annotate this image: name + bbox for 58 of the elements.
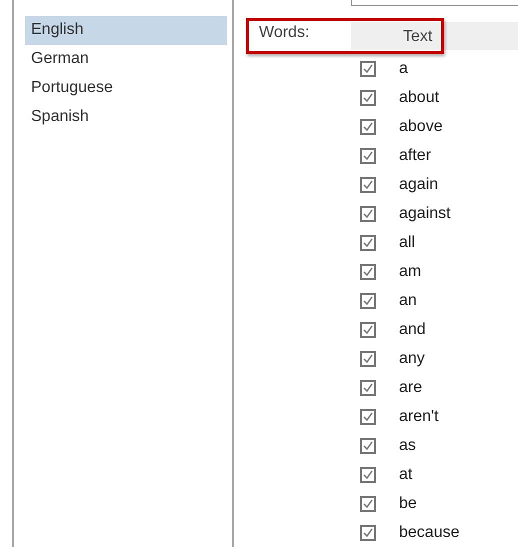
checkbox[interactable] [360,234,376,250]
checkbox[interactable] [360,524,376,540]
word-text: as [399,436,416,454]
check-icon [363,470,373,479]
language-item[interactable]: German [25,45,227,74]
check-icon [363,122,373,131]
checkbox[interactable] [360,176,376,192]
language-item[interactable]: Spanish [25,103,227,132]
word-text: at [399,466,412,484]
word-text: a [399,60,408,78]
checkbox[interactable] [360,60,376,76]
check-icon [363,238,373,247]
word-text: all [399,234,416,252]
input-field[interactable] [351,0,518,6]
checkbox[interactable] [360,206,376,222]
checkbox[interactable] [360,148,376,164]
check-icon [363,325,373,334]
checkbox[interactable] [360,90,376,106]
word-text: against [399,204,451,222]
word-text: aren't [399,408,439,426]
checkbox[interactable] [360,292,376,308]
words-label: Words: [258,23,310,43]
word-text: about [399,88,440,106]
word-text: be [399,494,417,512]
word-text: any [399,350,425,368]
check-icon [363,528,373,537]
check-icon [363,296,373,305]
check-icon [363,441,373,450]
check-icon [363,267,373,276]
check-icon [363,180,373,189]
language-item[interactable]: English [25,16,227,45]
word-text: above [399,118,443,136]
word-text: and [399,320,426,338]
checkbox[interactable] [360,118,376,134]
word-text: are [399,378,422,396]
word-text: after [399,146,432,164]
check-icon [363,209,373,218]
check-icon [363,412,373,421]
checkbox[interactable] [360,350,376,366]
check-icon [363,383,373,392]
checkbox[interactable] [360,322,376,338]
word-text: because [399,524,460,542]
checkbox[interactable] [360,264,376,280]
word-text: again [399,176,438,194]
checkbox[interactable] [360,466,376,482]
check-icon [363,151,373,160]
check-icon [363,64,373,73]
checkbox[interactable] [360,380,376,396]
checkbox[interactable] [360,438,376,454]
checkbox[interactable] [360,496,376,512]
language-item[interactable]: Portuguese [25,74,227,103]
check-icon [363,93,373,102]
check-icon [363,499,373,508]
checkbox[interactable] [360,408,376,424]
column-header: Text [351,22,518,50]
word-text: am [399,262,422,280]
word-text: an [399,292,417,310]
check-icon [363,354,373,363]
